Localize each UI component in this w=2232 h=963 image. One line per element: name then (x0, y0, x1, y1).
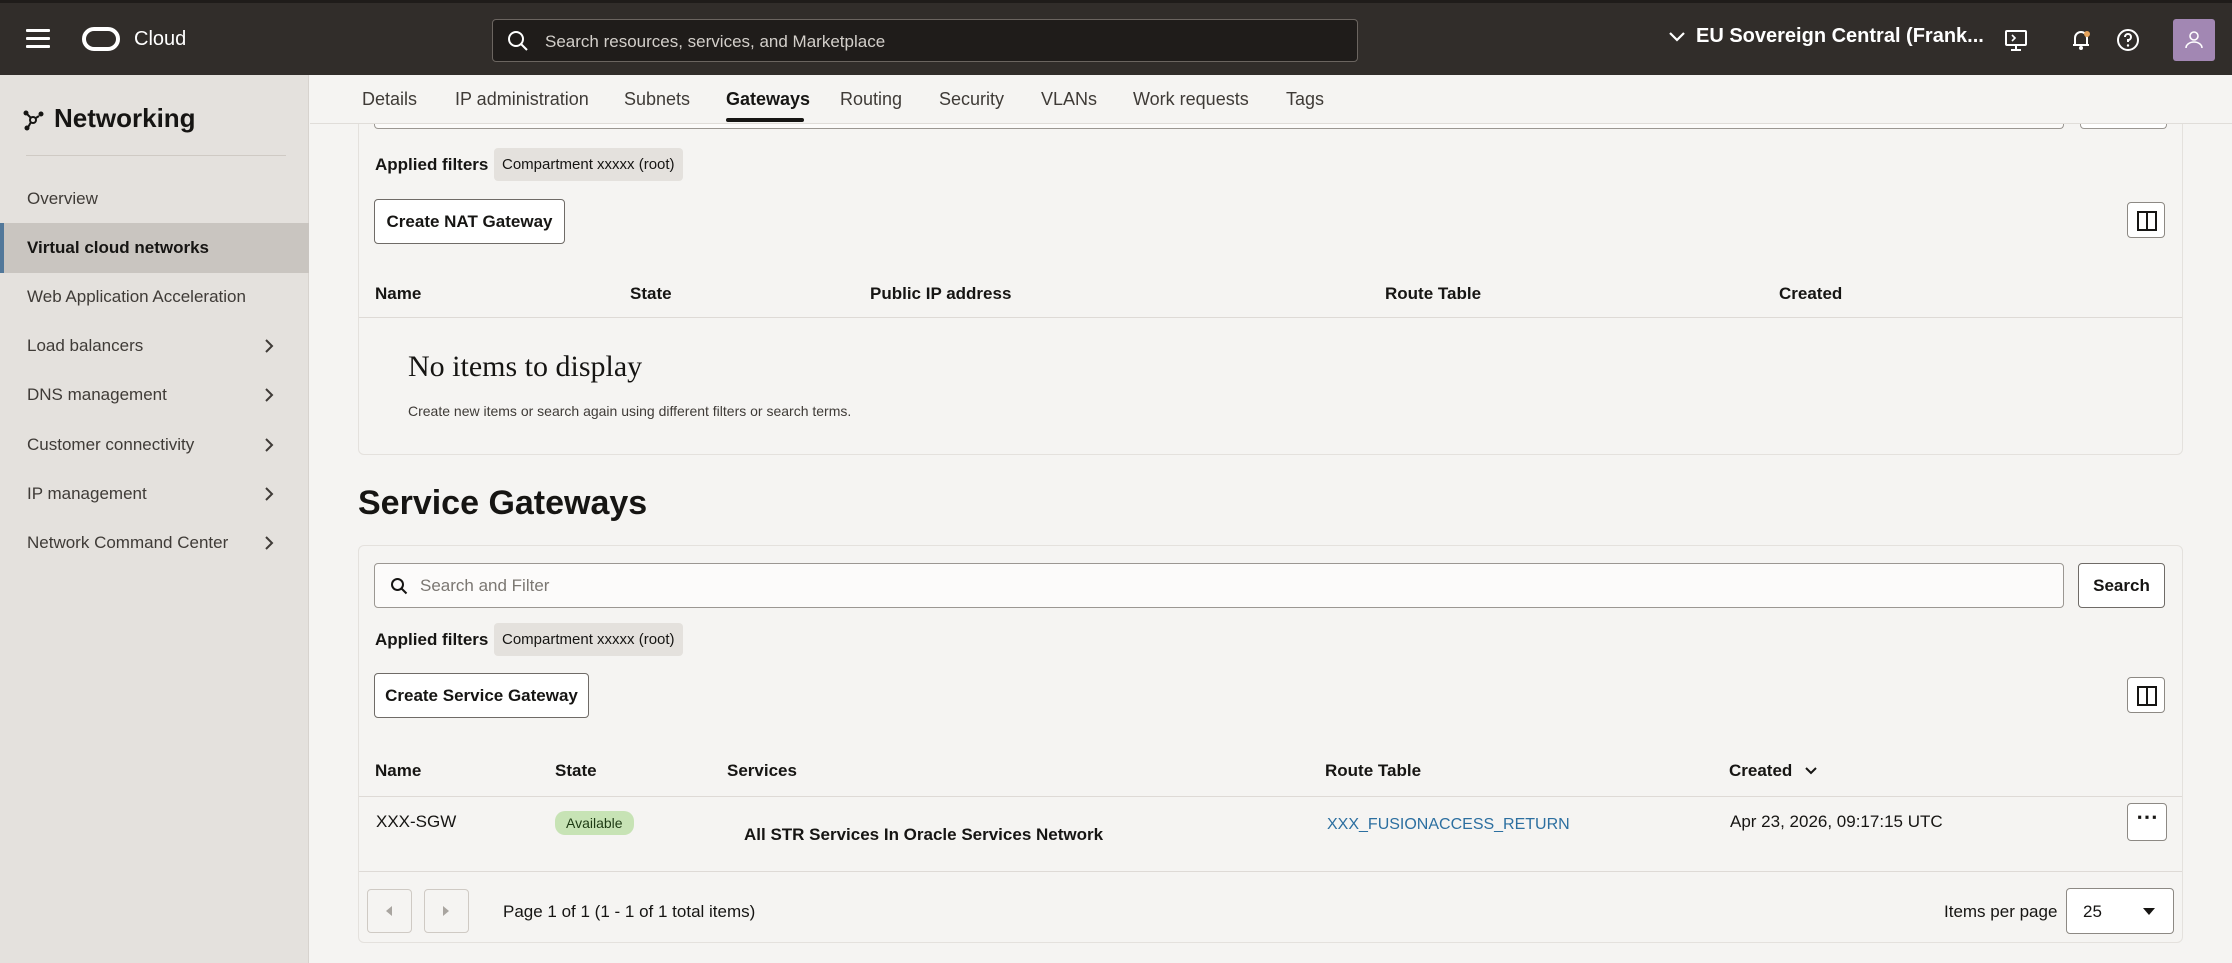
more-horizontal-icon: ⋯ (2136, 804, 2158, 829)
chevron-right-icon (265, 339, 274, 353)
items-per-page-label: Items per page (1944, 902, 2058, 921)
sgw-filter-chip[interactable]: Compartment xxxxx (root) (494, 623, 683, 656)
sgw-row-services: All STR Services In Oracle Services Netw… (744, 825, 1104, 844)
tab-subnets[interactable]: Subnets (624, 89, 690, 110)
tab-routing[interactable]: Routing (840, 89, 902, 110)
status-badge: Available (555, 811, 634, 835)
search-icon (508, 31, 528, 51)
sidebar-item-label: DNS management (27, 385, 167, 404)
sidebar-item-virtual-cloud-networks[interactable]: Virtual cloud networks (0, 223, 309, 273)
sort-descending-icon[interactable] (1805, 767, 1817, 775)
global-search-input[interactable]: Search resources, services, and Marketpl… (492, 19, 1358, 62)
search-icon (391, 578, 408, 595)
sgw-row-route-table-link[interactable]: XXX_FUSIONACCESS_RETURN (1327, 816, 1570, 834)
sgw-row-created: Apr 23, 2026, 09:17:15 UTC (1730, 812, 1943, 831)
networking-icon (23, 110, 44, 131)
menu-icon[interactable] (26, 29, 50, 49)
nat-col-public-ip[interactable]: Public IP address (870, 284, 1011, 304)
user-icon (2185, 31, 2203, 49)
caret-left-icon (386, 906, 392, 916)
service-gateways-title: Service Gateways (358, 484, 648, 522)
tab-vlans[interactable]: VLANs (1041, 89, 1097, 110)
nat-filter-chip[interactable]: Compartment xxxxx (root) (494, 148, 683, 181)
tab-security[interactable]: Security (939, 89, 1004, 110)
sidebar-item-customer-connectivity[interactable]: Customer connectivity (0, 420, 309, 470)
sidebar-item-overview[interactable]: Overview (0, 174, 309, 224)
chevron-right-icon (265, 438, 274, 452)
sidebar-item-dns-management[interactable]: DNS management (0, 370, 309, 420)
columns-icon (2137, 211, 2157, 231)
region-label: EU Sovereign Central (Frank... (1696, 25, 1984, 47)
region-selector[interactable]: EU Sovereign Central (Frank... (1668, 25, 1984, 48)
brand-name[interactable]: Cloud (134, 28, 186, 51)
sidebar-item-label: Overview (27, 189, 98, 208)
sgw-search-button[interactable]: Search (2078, 563, 2165, 608)
nat-empty-title: No items to display (408, 350, 643, 383)
nat-empty-description: Create new items or search again using d… (408, 403, 852, 419)
chevron-right-icon (265, 536, 274, 550)
tab-gateways[interactable]: Gateways (726, 89, 810, 110)
sgw-footer-divider (359, 871, 2182, 872)
help-icon[interactable] (2115, 27, 2141, 53)
sgw-column-toggle-button[interactable] (2127, 677, 2165, 713)
sgw-col-name[interactable]: Name (375, 761, 421, 781)
sgw-header-divider (359, 796, 2182, 797)
cloud-shell-icon[interactable] (2003, 27, 2029, 53)
global-search-placeholder: Search resources, services, and Marketpl… (545, 32, 886, 51)
sgw-search-input[interactable]: Search and Filter (374, 563, 2064, 608)
sgw-col-state[interactable]: State (555, 761, 597, 781)
previous-page-button[interactable] (367, 889, 412, 933)
items-per-page-value: 25 (2083, 902, 2102, 921)
tab-tags[interactable]: Tags (1286, 89, 1324, 110)
sidebar-item-network-command-center[interactable]: Network Command Center (0, 518, 309, 568)
notifications-bell-icon[interactable] (2068, 27, 2094, 53)
sgw-col-created[interactable]: Created (1729, 761, 1792, 781)
user-avatar[interactable] (2173, 19, 2215, 61)
nat-column-toggle-button[interactable] (2127, 202, 2165, 238)
sgw-applied-filters-label: Applied filters (375, 630, 489, 649)
tab-work-requests[interactable]: Work requests (1133, 89, 1249, 110)
sidebar: Networking Overview Virtual cloud networ… (0, 75, 309, 963)
caret-right-icon (443, 906, 449, 916)
nat-col-route-table[interactable]: Route Table (1385, 284, 1481, 304)
pagination-summary: Page 1 of 1 (1 - 1 of 1 total items) (503, 902, 756, 921)
nat-header-divider (359, 317, 2182, 318)
items-per-page-select[interactable]: 25 (2066, 888, 2174, 934)
sgw-col-services[interactable]: Services (727, 761, 797, 781)
nat-col-name[interactable]: Name (375, 284, 421, 304)
sidebar-item-load-balancers[interactable]: Load balancers (0, 321, 309, 371)
sidebar-item-label: Network Command Center (27, 533, 229, 552)
create-nat-gateway-button[interactable]: Create NAT Gateway (374, 199, 565, 244)
sgw-row-name[interactable]: XXX-SGW (376, 812, 456, 832)
sidebar-item-label: Load balancers (27, 336, 144, 355)
row-actions-menu-button[interactable]: ⋯ (2127, 803, 2167, 841)
chevron-right-icon (265, 487, 274, 501)
sidebar-item-label: Customer connectivity (27, 435, 195, 454)
sidebar-item-label: IP management (27, 484, 147, 503)
chevron-right-icon (265, 388, 274, 402)
sidebar-item-label: Web Application Acceleration (27, 287, 246, 306)
nat-col-created[interactable]: Created (1779, 284, 1842, 304)
tab-bar: Details IP administration Subnets Gatewa… (310, 75, 2232, 124)
sidebar-item-web-application-acceleration[interactable]: Web Application Acceleration (0, 272, 309, 322)
tab-details[interactable]: Details (362, 89, 417, 110)
caret-down-icon (2143, 908, 2155, 915)
sgw-col-route-table[interactable]: Route Table (1325, 761, 1421, 781)
sidebar-item-ip-management[interactable]: IP management (0, 469, 309, 519)
sgw-search-placeholder: Search and Filter (420, 576, 550, 595)
chevron-down-icon (1669, 31, 1685, 42)
sidebar-item-label: Virtual cloud networks (27, 238, 210, 257)
columns-icon (2137, 686, 2157, 706)
top-header: Cloud Search resources, services, and Ma… (0, 0, 2232, 75)
next-page-button[interactable] (424, 889, 469, 933)
oracle-logo-icon[interactable] (82, 27, 120, 51)
active-tab-indicator (726, 118, 804, 122)
create-service-gateway-button[interactable]: Create Service Gateway (374, 673, 589, 718)
nat-col-state[interactable]: State (630, 284, 672, 304)
sidebar-title-label: Networking (54, 103, 196, 133)
sidebar-divider (26, 155, 286, 156)
nat-applied-filters-label: Applied filters (375, 155, 489, 174)
tab-ip-administration[interactable]: IP administration (455, 89, 589, 110)
sidebar-title: Networking (22, 103, 196, 134)
